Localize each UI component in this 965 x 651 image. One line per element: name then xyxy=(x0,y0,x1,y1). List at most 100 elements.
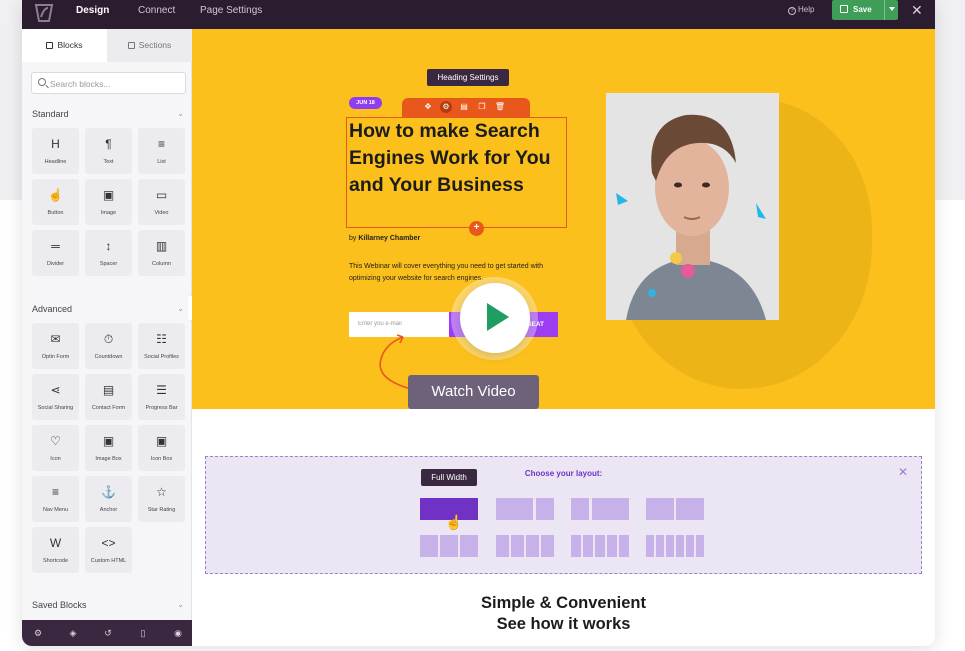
save-button[interactable]: Save xyxy=(832,0,898,20)
delete-trash-icon[interactable]: 🗑 xyxy=(494,101,506,113)
countdown-icon: ⏱ xyxy=(103,332,114,346)
settings-gear-icon[interactable]: ⚙ xyxy=(32,628,44,639)
block-label: Countdown xyxy=(94,354,123,360)
help-icon: ? xyxy=(788,7,796,15)
layout-column xyxy=(666,535,674,557)
block-contact-form[interactable]: ▤ Contact Form xyxy=(85,374,132,420)
settings-gear-icon[interactable]: ⚙ xyxy=(440,101,452,113)
block-nav-menu[interactable]: ≡ Nav Menu xyxy=(32,476,79,522)
block-label: Button xyxy=(47,210,64,216)
block-label: Video xyxy=(154,210,169,216)
contact-form-icon: ▤ xyxy=(102,383,115,397)
search-input[interactable] xyxy=(50,76,180,91)
layout-option-fifths[interactable] xyxy=(571,535,629,557)
standard-section-title: Standard xyxy=(32,109,69,119)
play-video-button[interactable] xyxy=(460,283,530,353)
sidebar: Blocks Sections Standard ⌄ H Headline ¶ Tex… xyxy=(22,29,192,646)
social-sharing-icon: ⋖ xyxy=(50,383,61,397)
block-star-rating[interactable]: ☆ Star Rating xyxy=(138,476,185,522)
tab-page-settings[interactable]: Page Settings xyxy=(200,0,262,29)
block-button[interactable]: ☝ Button xyxy=(32,179,79,225)
email-field[interactable] xyxy=(358,321,448,327)
layout-column xyxy=(686,535,694,557)
heading-settings-tooltip: Heading Settings xyxy=(427,69,509,86)
help-link[interactable]: ? Help xyxy=(788,5,814,15)
block-label: Anchor xyxy=(99,507,118,513)
block-custom-html[interactable]: <> Custom HTML xyxy=(85,527,132,573)
move-icon[interactable]: ✥ xyxy=(422,101,434,113)
layout-column xyxy=(676,498,704,520)
save-icon xyxy=(840,5,848,13)
block-optin-form[interactable]: ✉ Optin Form xyxy=(32,323,79,369)
block-divider[interactable]: ═ Divider xyxy=(32,230,79,276)
chevron-down-icon: ⌄ xyxy=(177,600,184,609)
block-spacer[interactable]: ↕ Spacer xyxy=(85,230,132,276)
layout-option-2-3-1-3[interactable] xyxy=(496,498,554,520)
block-column[interactable]: ▥ Column xyxy=(138,230,185,276)
close-icon[interactable]: ✕ xyxy=(898,465,908,479)
add-block-plus-icon[interactable]: + xyxy=(469,221,484,236)
block-social-profiles[interactable]: ☷ Social Profiles xyxy=(138,323,185,369)
layout-column xyxy=(619,535,629,557)
seedprod-logo-icon xyxy=(34,4,54,22)
spacer-icon: ↕ xyxy=(105,239,112,253)
block-label: Social Profiles xyxy=(144,354,179,360)
save-label: Save xyxy=(853,5,872,14)
block-headline[interactable]: H Headline xyxy=(32,128,79,174)
block-anchor[interactable]: ⚓ Anchor xyxy=(85,476,132,522)
watch-video-label[interactable]: Watch Video xyxy=(408,375,539,409)
layers-icon[interactable]: ◈ xyxy=(67,628,79,639)
block-text[interactable]: ¶ Text xyxy=(85,128,132,174)
block-label: Star Rating xyxy=(147,507,176,513)
standard-section-header[interactable]: Standard ⌄ xyxy=(32,109,184,119)
block-progress-bar[interactable]: ☰ Progress Bar xyxy=(138,374,185,420)
block-label: Nav Menu xyxy=(42,507,69,513)
block-label: Image xyxy=(100,210,117,216)
layout-option-quarters[interactable] xyxy=(496,535,554,557)
block-video[interactable]: ▭ Video xyxy=(138,179,185,225)
block-label: Custom HTML xyxy=(90,558,127,564)
layout-option-sixths[interactable] xyxy=(646,535,704,557)
tab-connect[interactable]: Connect xyxy=(138,0,175,29)
block-image[interactable]: ▣ Image xyxy=(85,179,132,225)
save-divider xyxy=(884,0,885,20)
video-icon: ▭ xyxy=(155,188,168,202)
top-bar: Design Connect Page Settings ? Help Save … xyxy=(22,0,935,29)
layout-option-halves[interactable] xyxy=(646,498,704,520)
history-icon[interactable]: ↺ xyxy=(102,628,114,639)
block-icon[interactable]: ♡ Icon xyxy=(32,425,79,471)
saved-blocks-header[interactable]: Saved Blocks ⌄ xyxy=(32,600,184,610)
full-width-tooltip: Full Width xyxy=(421,469,477,486)
block-image-box[interactable]: ▣ Image Box xyxy=(85,425,132,471)
save-options-chevron-down-icon[interactable] xyxy=(889,7,895,11)
preview-eye-icon[interactable]: ◉ xyxy=(172,628,184,639)
mobile-preview-icon[interactable]: ▯ xyxy=(137,628,149,639)
text-icon: ¶ xyxy=(105,137,112,151)
block-label: Social Sharing xyxy=(37,405,74,411)
save-block-icon[interactable]: ▤ xyxy=(458,101,470,113)
layout-column xyxy=(646,498,674,520)
date-badge: JUN 18 xyxy=(349,97,382,109)
layout-option-1-3-2-3[interactable] xyxy=(571,498,629,520)
layout-column xyxy=(536,498,554,520)
block-icon-box[interactable]: ▣ Icon Box xyxy=(138,425,185,471)
block-countdown[interactable]: ⏱ Countdown xyxy=(85,323,132,369)
close-icon[interactable]: ✕ xyxy=(911,2,923,19)
tab-design[interactable]: Design xyxy=(76,0,109,29)
layout-column xyxy=(676,535,684,557)
section-heading-line2: See how it works xyxy=(496,615,631,633)
block-social-sharing[interactable]: ⋖ Social Sharing xyxy=(32,374,79,420)
layout-column xyxy=(595,535,605,557)
block-shortcode[interactable]: W Shortcode xyxy=(32,527,79,573)
layout-column xyxy=(583,535,593,557)
layout-chooser: Choose your layout: ✕ Full Width ☝ xyxy=(205,456,922,574)
layout-option-thirds[interactable] xyxy=(420,535,478,557)
sidebar-tab-sections[interactable]: Sections xyxy=(107,29,192,62)
author-name: Killarney Chamber xyxy=(358,235,421,242)
duplicate-icon[interactable]: ❐ xyxy=(476,101,488,113)
advanced-section-header[interactable]: Advanced ⌄ xyxy=(32,304,184,314)
hero-headline[interactable]: How to make Search Engines Work for You … xyxy=(349,118,564,199)
sidebar-tab-blocks[interactable]: Blocks xyxy=(22,29,107,62)
block-label: Text xyxy=(103,159,114,165)
block-list[interactable]: ≡ List xyxy=(138,128,185,174)
